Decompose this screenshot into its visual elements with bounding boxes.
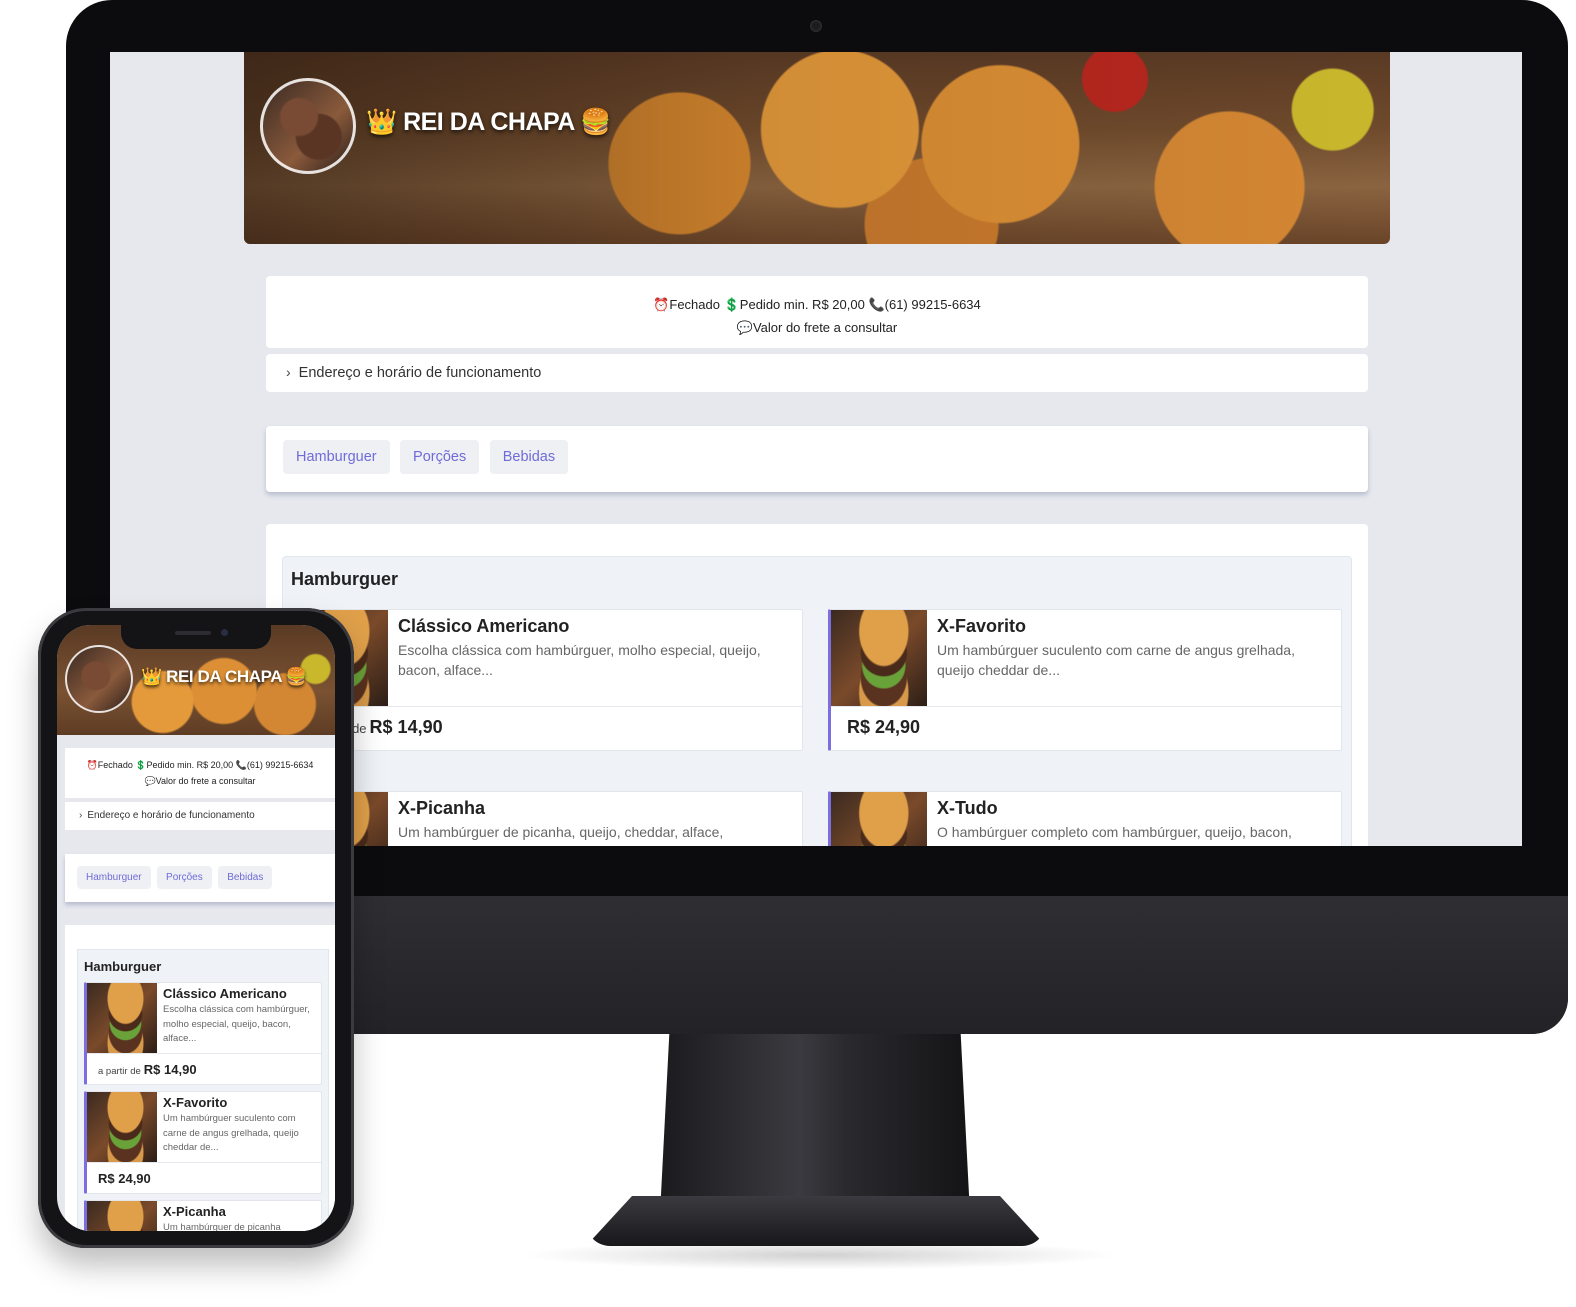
mobile-screen: 👑 REI DA CHAPA 🍔 ⏰Fechado 💲Pedido min. R… (57, 625, 335, 1231)
mobile-phone: 👑 REI DA CHAPA 🍔 ⏰Fechado 💲Pedido min. R… (38, 608, 354, 1248)
phone-notch (121, 625, 271, 649)
category-hamburguer: Hamburguer Clássico Americano Escolha cl… (282, 556, 1352, 846)
price-prefix: a partir de (98, 1066, 141, 1077)
tab-bebidas[interactable]: Bebidas (218, 866, 273, 889)
speaker-icon (175, 631, 211, 635)
status-text: ⏰Fechado (86, 760, 133, 770)
restaurant-title: 👑 REI DA CHAPA 🍔 (366, 108, 612, 136)
tab-hamburguer[interactable]: Hamburguer (283, 440, 390, 474)
hero-banner: 👑 REI DA CHAPA 🍔 (244, 52, 1390, 244)
monitor-stand-base (586, 1196, 1046, 1246)
address-toggle-label: Endereço e horário de funcionamento (87, 810, 255, 821)
chevron-right-icon: › (286, 364, 291, 380)
camera-icon (810, 20, 822, 32)
category-tabs: Hamburguer Porções Bebidas (65, 854, 335, 902)
item-name: X-Picanha (163, 1204, 226, 1219)
item-description: Escolha clássica com hambúrguer, molho e… (163, 1004, 310, 1044)
item-description: Escolha clássica com hambúrguer, molho e… (398, 642, 761, 678)
store-info: ⏰Fechado 💲Pedido min. R$ 20,00 📞(61) 992… (65, 748, 335, 798)
phone-text[interactable]: 📞(61) 99215-6634 (868, 297, 980, 312)
item-footer: R$ 24,90 (87, 1162, 321, 1193)
tab-bebidas[interactable]: Bebidas (489, 440, 569, 474)
item-description: Um hambúrguer suculento com carne de ang… (937, 642, 1295, 678)
item-description: Um hambúrguer de picanha, queijo, chedda… (398, 824, 724, 840)
burger-image (831, 792, 927, 846)
status-text: ⏰Fechado (653, 297, 720, 312)
store-info-line-1: ⏰Fechado 💲Pedido min. R$ 20,00 📞(61) 992… (266, 293, 1368, 316)
item-description: Um hambúrguer de picanha (163, 1222, 281, 1231)
item-price: R$ 24,90 (98, 1171, 151, 1186)
menu-item-x-favorito[interactable]: X-Favorito Um hambúrguer suculento com c… (828, 609, 1342, 751)
address-toggle-label: Endereço e horário de funcionamento (298, 365, 542, 381)
menu-item-x-picanha[interactable]: X-Picanha Um hambúrguer de picanha (84, 1200, 322, 1231)
camera-icon (221, 629, 228, 636)
burger-image (87, 1092, 157, 1162)
menu-item-classico-americano[interactable]: Clássico Americano Escolha clássica com … (289, 609, 803, 751)
item-description: Um hambúrguer suculento com carne de ang… (163, 1113, 299, 1153)
item-footer: R$ 24,90 (831, 706, 1341, 750)
category-hamburguer: Hamburguer Clássico Americano Escolha cl… (77, 949, 329, 1231)
menu-item-classico-americano[interactable]: Clássico Americano Escolha clássica com … (84, 982, 322, 1085)
category-title: Hamburguer (84, 959, 162, 974)
item-description: O hambúrguer completo com hambúrguer, qu… (937, 824, 1292, 840)
address-toggle[interactable]: › Endereço e horário de funcionamento (266, 354, 1368, 392)
restaurant-logo (260, 78, 356, 174)
menu-item-x-picanha[interactable]: X-Picanha Um hambúrguer de picanha, quei… (289, 791, 803, 846)
item-name: Clássico Americano (398, 616, 570, 636)
monitor-stand (660, 1034, 970, 1214)
item-price: a partir deR$ 14,90 (98, 1062, 197, 1077)
menu-section: Hamburguer Clássico Americano Escolha cl… (65, 925, 335, 1231)
tab-hamburguer[interactable]: Hamburguer (77, 866, 151, 889)
delivery-text: 💬Valor do frete a consultar (144, 776, 256, 786)
chevron-right-icon: › (79, 810, 83, 821)
item-name: X-Tudo (937, 798, 998, 818)
tab-porcoes[interactable]: Porções (400, 440, 480, 474)
category-tabs: Hamburguer Porções Bebidas (266, 426, 1368, 492)
item-footer: a partir deR$ 14,90 (87, 1053, 321, 1084)
burger-image (831, 610, 927, 706)
item-footer: a partir deR$ 14,90 (292, 706, 802, 750)
menu-section: Hamburguer Clássico Americano Escolha cl… (266, 524, 1368, 846)
store-info: ⏰Fechado 💲Pedido min. R$ 20,00 📞(61) 992… (266, 276, 1368, 348)
tab-porcoes[interactable]: Porções (157, 866, 212, 889)
delivery-text: 💬Valor do frete a consultar (736, 320, 898, 335)
item-name: X-Favorito (937, 616, 1027, 636)
menu-item-x-favorito[interactable]: X-Favorito Um hambúrguer suculento com c… (84, 1091, 322, 1194)
menu-item-x-tudo[interactable]: X-Tudo O hambúrguer completo com hambúrg… (828, 791, 1342, 846)
burger-image (87, 1201, 157, 1231)
item-name: X-Favorito (163, 1095, 228, 1110)
phone-text[interactable]: 📞(61) 99215-6634 (236, 760, 314, 770)
min-order-text: 💲Pedido min. R$ 20,00 (723, 297, 865, 312)
item-name: X-Picanha (398, 798, 486, 818)
address-toggle[interactable]: › Endereço e horário de funcionamento (65, 802, 335, 830)
store-info-line-1: ⏰Fechado 💲Pedido min. R$ 20,00 📞(61) 992… (65, 757, 335, 773)
restaurant-logo (65, 645, 133, 713)
burger-image (87, 983, 157, 1053)
item-price: R$ 24,90 (847, 717, 921, 737)
item-name: Clássico Americano (163, 986, 287, 1001)
min-order-text: 💲Pedido min. R$ 20,00 (135, 760, 234, 770)
category-title: Hamburguer (291, 569, 399, 589)
restaurant-title: 👑 REI DA CHAPA 🍔 (141, 667, 307, 686)
